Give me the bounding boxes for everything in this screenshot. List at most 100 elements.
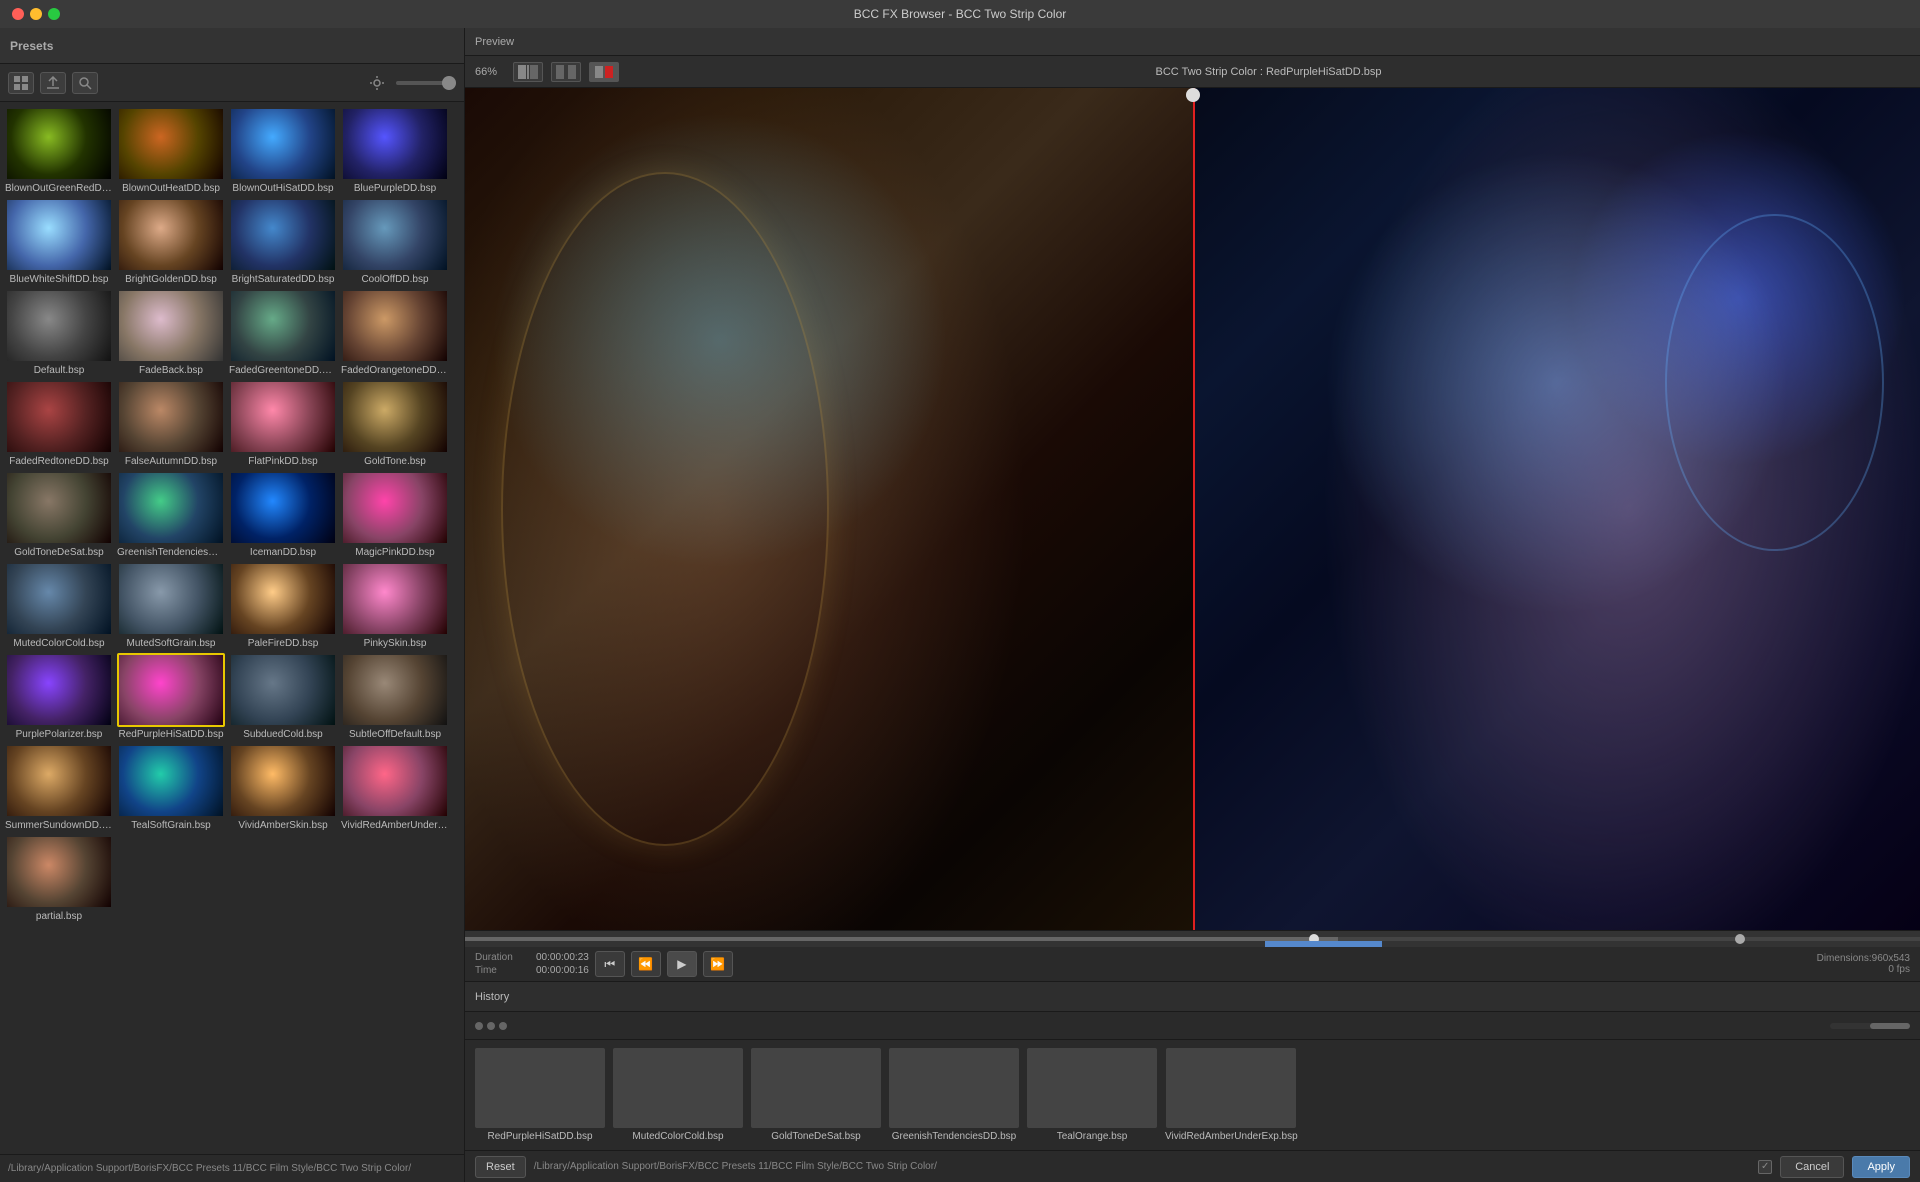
preset-label: MutedColorCold.bsp xyxy=(5,638,113,649)
reset-button[interactable]: Reset xyxy=(475,1156,526,1178)
preset-item[interactable]: VividRedAmberUnderExp.bsp xyxy=(341,744,449,831)
history-scrollbar-thumb xyxy=(1870,1023,1910,1029)
presets-header: Presets xyxy=(0,28,464,64)
preset-item[interactable]: BluePurpleDD.bsp xyxy=(341,107,449,194)
history-item[interactable]: GreenishTendenciesDD.bsp xyxy=(889,1048,1019,1142)
history-thumb xyxy=(889,1048,1019,1128)
preview-left xyxy=(465,88,1193,930)
preset-item[interactable]: FadedGreentoneDD.bsp xyxy=(229,289,337,376)
preset-label: FadedRedtoneDD.bsp xyxy=(5,456,113,467)
right-panel: Preview 66% BCC Two Strip Color : RedPur… xyxy=(465,28,1920,1182)
preset-item[interactable]: CoolOffDD.bsp xyxy=(341,198,449,285)
preset-label: BlownOutHiSatDD.bsp xyxy=(229,183,337,194)
history-thumb xyxy=(1027,1048,1157,1128)
dimensions-text: Dimensions:960x543 xyxy=(1817,953,1910,964)
preset-label: FadedGreentoneDD.bsp xyxy=(229,365,337,376)
preset-label: BlownOutHeatDD.bsp xyxy=(117,183,225,194)
preset-item[interactable]: BlownOutHiSatDD.bsp xyxy=(229,107,337,194)
preset-label: Default.bsp xyxy=(5,365,113,376)
preset-label: FlatPinkDD.bsp xyxy=(229,456,337,467)
preset-item[interactable]: SubtleOffDefault.bsp xyxy=(341,653,449,740)
history-item-label: RedPurpleHiSatDD.bsp xyxy=(487,1131,592,1142)
preset-item[interactable]: PinkySkin.bsp xyxy=(341,562,449,649)
time-label: Time xyxy=(475,965,530,976)
go-start-button[interactable]: ⏮ xyxy=(595,951,625,977)
preset-item[interactable]: BrightSaturatedDD.bsp xyxy=(229,198,337,285)
preset-item[interactable]: PurplePolarizer.bsp xyxy=(5,653,113,740)
minimize-button[interactable] xyxy=(30,8,42,20)
size-slider[interactable] xyxy=(396,81,456,85)
history-item[interactable]: TealOrange.bsp xyxy=(1027,1048,1157,1142)
preset-item[interactable]: VividAmberSkin.bsp xyxy=(229,744,337,831)
preset-item[interactable]: Default.bsp xyxy=(5,289,113,376)
history-item[interactable]: GoldToneDeSat.bsp xyxy=(751,1048,881,1142)
preset-item[interactable]: GoldTone.bsp xyxy=(341,380,449,467)
preset-item[interactable]: MagicPinkDD.bsp xyxy=(341,471,449,558)
preset-label: SummerSundownDD.bsp xyxy=(5,820,113,831)
preset-item[interactable]: SubduedCold.bsp xyxy=(229,653,337,740)
preset-item[interactable]: FalseAutumnDD.bsp xyxy=(117,380,225,467)
timeline-bar[interactable] xyxy=(465,931,1920,947)
preset-item[interactable]: TealSoftGrain.bsp xyxy=(117,744,225,831)
preset-label: partial.bsp xyxy=(5,911,113,922)
preset-item[interactable]: FadeBack.bsp xyxy=(117,289,225,376)
preset-label: IcemanDD.bsp xyxy=(229,547,337,558)
play-button[interactable]: ▶ xyxy=(667,951,697,977)
grid-view-button[interactable] xyxy=(8,72,34,94)
apply-button[interactable]: Apply xyxy=(1852,1156,1910,1178)
upload-button[interactable] xyxy=(40,72,66,94)
duration-value: 00:00:00:23 xyxy=(536,952,589,963)
timeline-marker[interactable] xyxy=(1735,934,1745,944)
preset-item[interactable]: partial.bsp xyxy=(5,835,113,922)
close-button[interactable] xyxy=(12,8,24,20)
history-item-label: TealOrange.bsp xyxy=(1057,1131,1128,1142)
history-item[interactable]: MutedColorCold.bsp xyxy=(613,1048,743,1142)
status-path: /Library/Application Support/BorisFX/BCC… xyxy=(8,1163,411,1174)
history-label: History xyxy=(475,991,509,1003)
preset-item[interactable]: MutedSoftGrain.bsp xyxy=(117,562,225,649)
overlay-view-button[interactable] xyxy=(589,62,619,82)
history-scroll[interactable]: RedPurpleHiSatDD.bsp MutedColorCold.bspGo… xyxy=(465,1040,1920,1150)
timeline-track xyxy=(465,937,1920,941)
preset-item[interactable]: FlatPinkDD.bsp xyxy=(229,380,337,467)
preset-label: BrightSaturatedDD.bsp xyxy=(229,274,337,285)
search-button[interactable] xyxy=(72,72,98,94)
preset-item[interactable]: FadedRedtoneDD.bsp xyxy=(5,380,113,467)
maximize-button[interactable] xyxy=(48,8,60,20)
preset-item[interactable]: RedPurpleHiSatDD.bsp xyxy=(117,653,225,740)
split-line xyxy=(1193,88,1195,930)
preset-label: PinkySkin.bsp xyxy=(341,638,449,649)
history-item[interactable]: RedPurpleHiSatDD.bsp xyxy=(475,1048,605,1142)
preset-item[interactable]: GoldToneDeSat.bsp xyxy=(5,471,113,558)
preset-item[interactable]: BlueWhiteShiftDD.bsp xyxy=(5,198,113,285)
side-by-side-button[interactable] xyxy=(551,62,581,82)
preset-item[interactable]: SummerSundownDD.bsp xyxy=(5,744,113,831)
history-toolbar xyxy=(465,1012,1920,1040)
split-view-button[interactable] xyxy=(513,62,543,82)
preset-item[interactable]: FadedOrangetoneDD.bsp xyxy=(341,289,449,376)
settings-icon[interactable] xyxy=(364,72,390,94)
step-back-button[interactable]: ⏪ xyxy=(631,951,661,977)
step-forward-button[interactable]: ⏩ xyxy=(703,951,733,977)
history-thumb xyxy=(475,1048,605,1128)
preset-item[interactable]: BrightGoldenDD.bsp xyxy=(117,198,225,285)
zoom-level: 66% xyxy=(475,66,505,78)
cancel-button[interactable]: Cancel xyxy=(1780,1156,1844,1178)
cancel-checkbox[interactable]: ✓ xyxy=(1758,1160,1772,1174)
history-item[interactable]: VividRedAmberUnderExp.bsp xyxy=(1165,1048,1298,1142)
preset-item[interactable]: MutedColorCold.bsp xyxy=(5,562,113,649)
preset-item[interactable]: BlownOutHeatDD.bsp xyxy=(117,107,225,194)
preset-item[interactable]: BlownOutGreenRedDD.bsp xyxy=(5,107,113,194)
fps-text: 0 fps xyxy=(1817,964,1910,975)
preset-item[interactable]: IcemanDD.bsp xyxy=(229,471,337,558)
preset-item[interactable]: GreenishTendenciesDD.bsp xyxy=(117,471,225,558)
time-value: 00:00:00:16 xyxy=(536,965,589,976)
history-thumb xyxy=(751,1048,881,1128)
preset-label: PaleFireDD.bsp xyxy=(229,638,337,649)
timeline-progress xyxy=(465,937,1338,941)
history-scrollbar[interactable] xyxy=(1830,1023,1910,1029)
preset-item[interactable]: PaleFireDD.bsp xyxy=(229,562,337,649)
split-handle[interactable] xyxy=(1186,88,1200,102)
traffic-lights xyxy=(12,8,60,20)
time-info: Duration 00:00:00:23 Time 00:00:00:16 xyxy=(475,952,589,976)
